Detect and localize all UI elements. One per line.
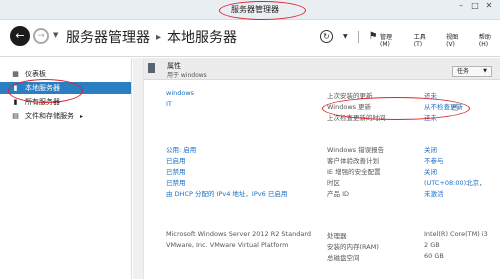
hardware-spec-value: 2 GB	[424, 241, 440, 249]
sidebar-item-file-storage[interactable]: ▤ 文件和存储服务 ▸	[0, 110, 131, 122]
remote-desktop-value[interactable]: 已禁用	[166, 166, 186, 176]
setting-value[interactable]: 关闭	[424, 144, 437, 154]
hardware-label: 安装的内存(RAM)	[327, 243, 379, 251]
tasks-label: 任务	[457, 68, 470, 75]
setting-value[interactable]: (UTC+08:00)北京，	[424, 177, 486, 187]
hardware-spec-value: Intel(R) Core(TM) i3	[424, 230, 488, 238]
properties-panel: 属性 用于 windows 任务 ▼ windows IT 上次安装的更新 还未…	[143, 58, 500, 279]
chevron-down-icon[interactable]: ▼	[53, 31, 58, 39]
minimize-button[interactable]: –	[454, 0, 468, 12]
menu-tools[interactable]: 工具(T)	[414, 32, 434, 48]
sidebar-item-label: 文件和存储服务	[25, 112, 74, 120]
setting-label: Windows 错误报告	[327, 146, 385, 154]
window-controls: – □ ✕	[454, 0, 496, 12]
setting-label: 产品 ID	[327, 190, 349, 198]
main-content: 属性 用于 windows 任务 ▼ windows IT 上次安装的更新 还未…	[133, 58, 500, 279]
annotation-circle-title	[219, 1, 306, 20]
refresh-icon[interactable]: ↻	[320, 30, 333, 43]
hardware-label: 处理器	[327, 232, 347, 240]
annotation-circle-windows-update	[322, 97, 470, 120]
chevron-down-icon: ▼	[483, 68, 487, 74]
setting-label: 客户体验改善计划	[327, 157, 379, 165]
header-icons: ↻ ▼ ⚑	[320, 30, 378, 43]
sidebar-item-dashboard[interactable]: ▦ 仪表板	[0, 68, 131, 80]
dashboard-icon: ▦	[12, 69, 19, 78]
arrow-left-icon: ←	[15, 29, 25, 42]
server-icon	[148, 63, 155, 73]
workgroup-value[interactable]: IT	[166, 100, 172, 108]
computer-name-value[interactable]: windows	[166, 89, 194, 97]
breadcrumb-separator-icon: ▸	[156, 31, 162, 43]
remote-management-value[interactable]: 已启用	[166, 155, 186, 165]
menu-help[interactable]: 帮助(H)	[479, 32, 500, 48]
storage-icon: ▤	[12, 111, 19, 120]
os-value: Microsoft Windows Server 2012 R2 Standar…	[166, 230, 312, 238]
close-button[interactable]: ✕	[482, 0, 496, 12]
firewall-value[interactable]: 公用: 启用	[166, 144, 196, 154]
mouse-pointer-icon: ☝	[452, 103, 459, 114]
breadcrumb-root[interactable]: 服务器管理器	[66, 27, 150, 47]
back-button[interactable]: ←	[10, 26, 30, 46]
tasks-dropdown[interactable]: 任务 ▼	[452, 66, 492, 77]
ethernet-value[interactable]: 由 DHCP 分配的 IPv4 地址，IPv6 已启用	[166, 188, 287, 198]
panel-header: 属性 用于 windows 任务 ▼	[144, 58, 500, 80]
setting-value[interactable]: 关闭	[424, 166, 437, 176]
setting-value[interactable]: 不参与	[424, 155, 444, 165]
header-bar: ← → ▼ 服务器管理器 ▸ 本地服务器 ↻ ▼ ⚑ 管理(M) 工具(T) 视…	[0, 20, 500, 57]
menu-manage[interactable]: 管理(M)	[380, 32, 402, 48]
sidebar-item-label: 仪表板	[25, 70, 46, 78]
hardware-spec-value: 60 GB	[424, 252, 444, 260]
setting-label: IE 增强的安全配置	[327, 168, 381, 176]
setting-label: 时区	[327, 179, 340, 187]
chevron-right-icon: ▸	[80, 112, 84, 120]
maximize-button[interactable]: □	[468, 0, 482, 12]
menu-bar: 管理(M) 工具(T) 视图(V) 帮助(H)	[380, 32, 500, 48]
breadcrumb: 服务器管理器 ▸ 本地服务器	[66, 27, 237, 47]
breadcrumb-current: 本地服务器	[167, 30, 238, 46]
nic-teaming-value[interactable]: 已禁用	[166, 177, 186, 187]
panel-subtitle: 用于 windows	[167, 72, 207, 79]
chevron-down-icon[interactable]: ▼	[343, 33, 348, 40]
hardware-value: VMware, Inc. VMware Virtual Platform	[166, 241, 289, 249]
annotation-circle-sidebar	[8, 79, 83, 103]
divider	[357, 30, 359, 43]
servers-icon: ▮	[13, 97, 18, 106]
arrow-right-icon: →	[37, 31, 45, 41]
notification-flag-icon[interactable]: ⚑	[369, 31, 378, 42]
menu-view[interactable]: 视图(V)	[446, 32, 467, 48]
forward-button[interactable]: →	[33, 28, 49, 44]
hardware-label: 总磁盘空间	[327, 254, 360, 262]
setting-value[interactable]: 未激活	[424, 188, 444, 198]
